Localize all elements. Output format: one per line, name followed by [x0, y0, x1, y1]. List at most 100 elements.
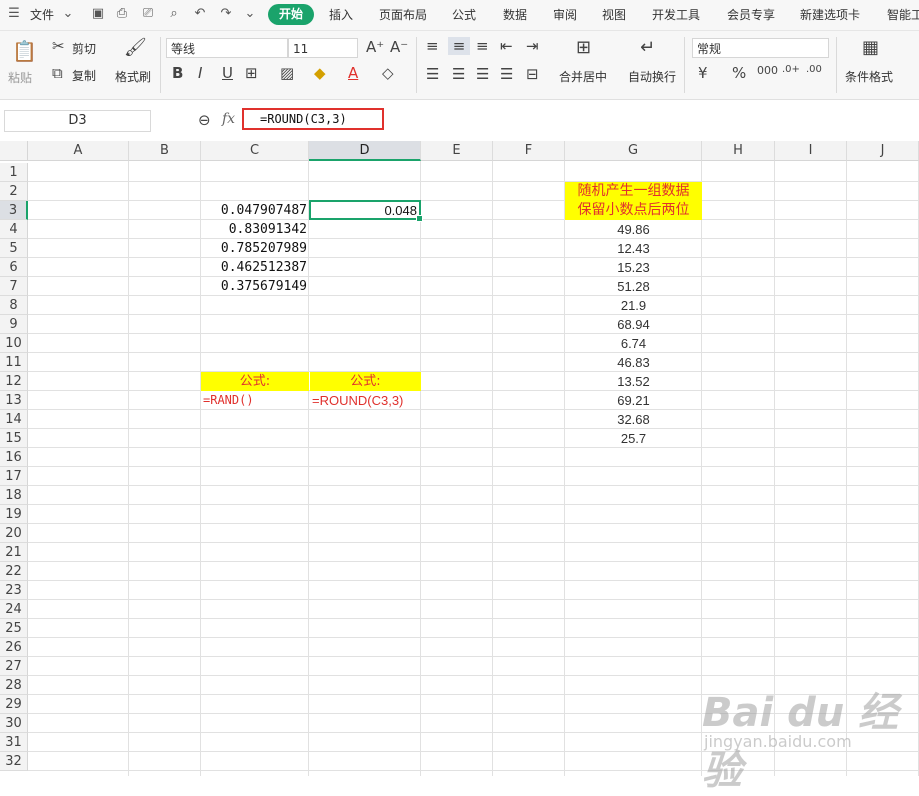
- select-all-corner[interactable]: [0, 141, 28, 161]
- row-header-4[interactable]: 4: [0, 220, 28, 239]
- row-header-32[interactable]: 32: [0, 752, 28, 771]
- cell-G15[interactable]: 25.7: [565, 429, 702, 448]
- cell-C6[interactable]: 0.462512387: [201, 258, 309, 277]
- tab-formulas[interactable]: 公式: [452, 6, 476, 23]
- align-top-icon[interactable]: ≡: [426, 37, 439, 55]
- indent-increase-icon[interactable]: ⇥: [526, 37, 539, 55]
- underline-icon[interactable]: U: [222, 64, 233, 82]
- currency-icon[interactable]: ¥: [698, 64, 708, 82]
- row-header-7[interactable]: 7: [0, 277, 28, 296]
- align-left-icon[interactable]: ☰: [426, 65, 439, 83]
- fill-color-icon[interactable]: ◆: [314, 64, 326, 82]
- tab-home[interactable]: 开始: [268, 4, 314, 25]
- copy-button[interactable]: 复制: [72, 67, 96, 84]
- fx-icon[interactable]: fx: [222, 111, 235, 127]
- cut-button[interactable]: 剪切: [72, 40, 96, 57]
- cell-D13[interactable]: =ROUND(C3,3): [312, 391, 420, 410]
- column-header-I[interactable]: I: [775, 141, 847, 161]
- cell-G13[interactable]: 69.21: [565, 391, 702, 410]
- chevron-down-icon[interactable]: ⌄: [60, 6, 76, 22]
- hamburger-icon[interactable]: ☰: [6, 6, 22, 22]
- decimal-decrease-icon[interactable]: .00: [806, 64, 822, 75]
- column-header-J[interactable]: J: [847, 141, 919, 161]
- name-box[interactable]: D3: [4, 110, 151, 132]
- wrap-text-button[interactable]: 自动换行: [628, 68, 676, 85]
- justify-icon[interactable]: ☰: [500, 65, 513, 83]
- row-header-6[interactable]: 6: [0, 258, 28, 277]
- font-grow-icon[interactable]: A⁺: [366, 38, 384, 56]
- align-center-icon[interactable]: ☰: [452, 65, 465, 83]
- row-header-26[interactable]: 26: [0, 638, 28, 657]
- font-name-select[interactable]: 等线: [166, 38, 288, 58]
- cell-G5[interactable]: 12.43: [565, 239, 702, 258]
- formula-input[interactable]: =ROUND(C3,3): [242, 108, 384, 130]
- column-header-C[interactable]: C: [201, 141, 309, 161]
- row-header-30[interactable]: 30: [0, 714, 28, 733]
- clear-icon[interactable]: ◇: [382, 64, 394, 82]
- distribute-icon[interactable]: ⊟: [526, 65, 539, 83]
- print-preview-icon[interactable]: ⌕: [166, 6, 182, 22]
- row-header-28[interactable]: 28: [0, 676, 28, 695]
- row-header-8[interactable]: 8: [0, 296, 28, 315]
- cell-D12[interactable]: 公式:: [310, 372, 421, 391]
- tab-page-layout[interactable]: 页面布局: [379, 6, 427, 23]
- indent-decrease-icon[interactable]: ⇤: [500, 37, 513, 55]
- row-header-5[interactable]: 5: [0, 239, 28, 258]
- thousands-icon[interactable]: 000: [757, 64, 778, 77]
- row-header-17[interactable]: 17: [0, 467, 28, 486]
- cell-G2[interactable]: 随机产生一组数据: [565, 182, 702, 201]
- redo-icon[interactable]: ↷: [218, 6, 234, 22]
- cell-G11[interactable]: 46.83: [565, 353, 702, 372]
- undo-icon[interactable]: ↶: [192, 6, 208, 22]
- cell-C13[interactable]: =RAND(): [203, 391, 311, 410]
- italic-icon[interactable]: I: [198, 64, 202, 82]
- merge-center-button[interactable]: 合并居中: [559, 68, 607, 85]
- export-icon[interactable]: ⎙: [114, 6, 130, 22]
- font-size-select[interactable]: 11: [288, 38, 358, 58]
- border-icon[interactable]: ⊞: [245, 64, 258, 82]
- align-middle-icon[interactable]: ≡: [448, 37, 470, 55]
- row-header-10[interactable]: 10: [0, 334, 28, 353]
- tab-insert[interactable]: 插入: [329, 6, 353, 23]
- tab-review[interactable]: 审阅: [553, 6, 577, 23]
- bold-icon[interactable]: B: [172, 64, 183, 82]
- row-header-29[interactable]: 29: [0, 695, 28, 714]
- customize-chevron-icon[interactable]: ⌄: [242, 6, 258, 22]
- column-header-B[interactable]: B: [129, 141, 201, 161]
- row-header-15[interactable]: 15: [0, 429, 28, 448]
- number-format-select[interactable]: 常规: [692, 38, 829, 58]
- column-header-H[interactable]: H: [702, 141, 775, 161]
- row-header-16[interactable]: 16: [0, 448, 28, 467]
- zoom-search-icon[interactable]: ⊖: [198, 111, 211, 129]
- column-header-A[interactable]: A: [28, 141, 129, 161]
- row-header-27[interactable]: 27: [0, 657, 28, 676]
- row-header-12[interactable]: 12: [0, 372, 28, 391]
- column-header-F[interactable]: F: [493, 141, 565, 161]
- row-header-24[interactable]: 24: [0, 600, 28, 619]
- row-header-20[interactable]: 20: [0, 524, 28, 543]
- save-icon[interactable]: ▣: [90, 6, 106, 22]
- cell-C3[interactable]: 0.047907487: [201, 201, 309, 220]
- row-header-1[interactable]: 1: [0, 163, 28, 182]
- menu-file[interactable]: 文件: [30, 6, 54, 23]
- cell-G8[interactable]: 21.9: [565, 296, 702, 315]
- row-header-13[interactable]: 13: [0, 391, 28, 410]
- cell-G4[interactable]: 49.86: [565, 220, 702, 239]
- fill-pattern-icon[interactable]: ▨: [280, 64, 294, 82]
- tab-smart-tools[interactable]: 智能工: [887, 6, 919, 23]
- cell-C7[interactable]: 0.375679149: [201, 277, 309, 296]
- row-header-25[interactable]: 25: [0, 619, 28, 638]
- paste-button[interactable]: 粘贴: [8, 69, 32, 86]
- cell-C4[interactable]: 0.83091342: [201, 220, 309, 239]
- row-header-9[interactable]: 9: [0, 315, 28, 334]
- fill-handle[interactable]: [416, 215, 423, 222]
- cell-C12[interactable]: 公式:: [201, 372, 309, 391]
- row-header-18[interactable]: 18: [0, 486, 28, 505]
- format-painter-button[interactable]: 格式刷: [115, 68, 151, 85]
- cell-G7[interactable]: 51.28: [565, 277, 702, 296]
- tab-view[interactable]: 视图: [602, 6, 626, 23]
- row-header-11[interactable]: 11: [0, 353, 28, 372]
- tab-developer[interactable]: 开发工具: [652, 6, 700, 23]
- tab-member[interactable]: 会员专享: [727, 6, 775, 23]
- column-header-E[interactable]: E: [421, 141, 493, 161]
